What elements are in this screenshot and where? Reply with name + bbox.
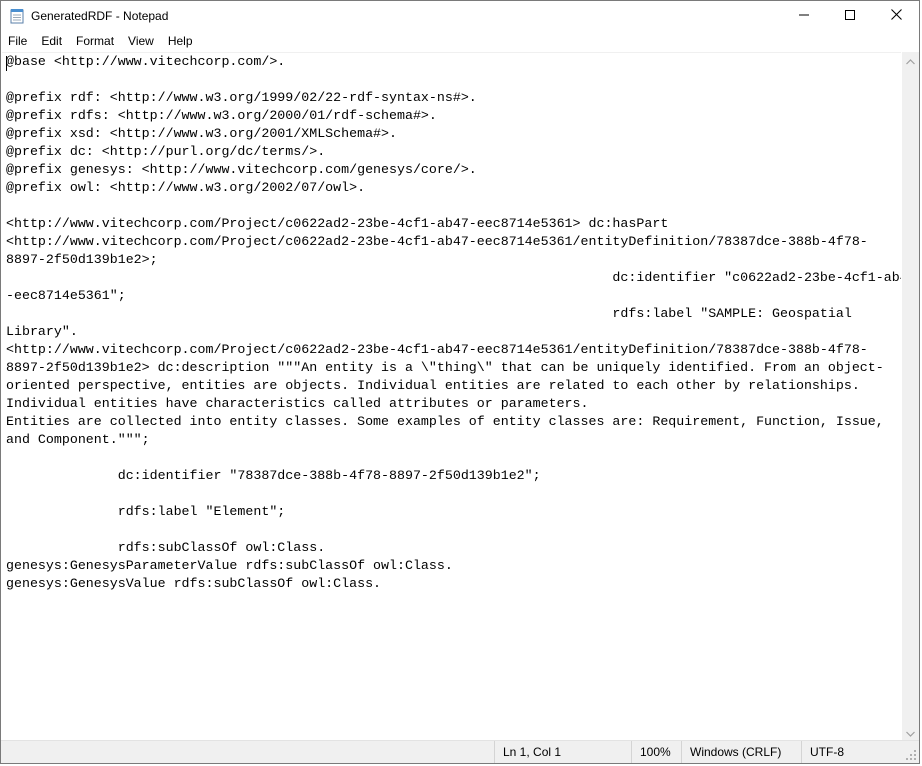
menu-file[interactable]: File (1, 31, 34, 51)
menu-edit[interactable]: Edit (34, 31, 69, 51)
text-caret (6, 56, 7, 71)
menu-format[interactable]: Format (69, 31, 121, 51)
close-icon (890, 9, 902, 23)
editor-content[interactable]: @base <http://www.vitechcorp.com/>. @pre… (2, 53, 901, 593)
encoding: UTF-8 (801, 741, 905, 763)
minimize-icon (799, 9, 809, 23)
maximize-button[interactable] (827, 1, 873, 31)
zoom-level: 100% (631, 741, 681, 763)
chevron-down-icon (906, 726, 915, 740)
close-button[interactable] (873, 1, 919, 31)
scroll-up-button[interactable] (902, 52, 919, 69)
notepad-window: GeneratedRDF - Notepad File Edit Format … (0, 0, 920, 764)
title-bar[interactable]: GeneratedRDF - Notepad (1, 1, 919, 31)
maximize-icon (845, 9, 855, 23)
minimize-button[interactable] (781, 1, 827, 31)
vertical-scrollbar[interactable] (902, 52, 919, 741)
cursor-position: Ln 1, Col 1 (494, 741, 631, 763)
menu-bar: File Edit Format View Help (1, 31, 919, 51)
line-endings: Windows (CRLF) (681, 741, 801, 763)
menu-view[interactable]: View (121, 31, 161, 51)
text-editor[interactable]: @base <http://www.vitechcorp.com/>. @pre… (2, 52, 901, 741)
scroll-down-button[interactable] (902, 724, 919, 741)
status-bar: Ln 1, Col 1 100% Windows (CRLF) UTF-8 (1, 740, 919, 763)
resize-grip-icon[interactable] (905, 749, 917, 761)
window-title: GeneratedRDF - Notepad (31, 9, 169, 23)
notepad-icon (10, 8, 24, 24)
menu-help[interactable]: Help (161, 31, 200, 51)
chevron-up-icon (906, 54, 915, 68)
